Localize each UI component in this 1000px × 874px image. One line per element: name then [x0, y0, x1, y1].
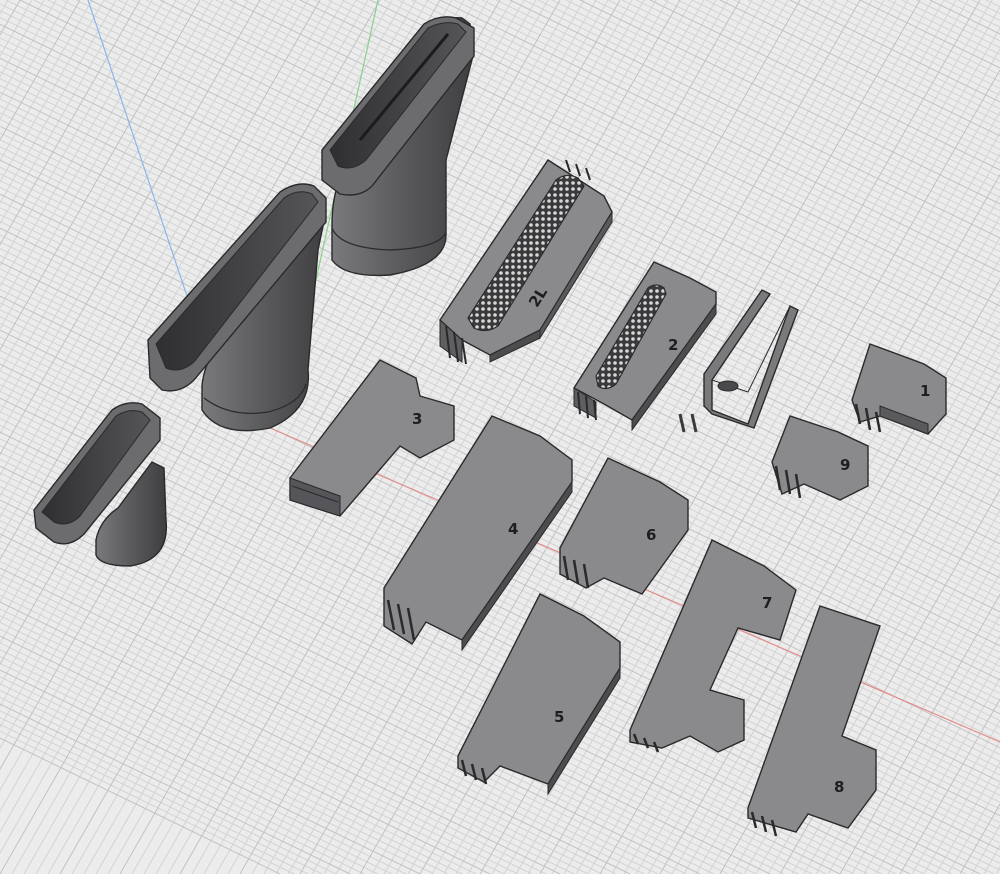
label-9: 9: [840, 456, 850, 474]
label-3: 3: [412, 410, 422, 428]
label-8: 8: [834, 778, 844, 796]
3d-viewport[interactable]: 2L 2 1 9 3 4 6 7 5 8: [0, 0, 1000, 874]
piece-9[interactable]: 9: [771, 415, 869, 501]
label-6: 6: [646, 526, 656, 544]
label-1: 1: [920, 382, 930, 400]
label-2: 2: [668, 336, 678, 354]
piece-3[interactable]: 3: [289, 359, 455, 517]
piece-2[interactable]: 2: [573, 261, 717, 432]
label-4: 4: [508, 520, 518, 538]
z-axis-line: [87, 0, 191, 306]
label-5: 5: [554, 708, 564, 726]
label-7: 7: [762, 594, 772, 612]
nozzle-small[interactable]: [33, 402, 168, 567]
piece-2l[interactable]: 2L: [439, 159, 613, 365]
scene-canvas[interactable]: 2L 2 1 9 3 4 6 7 5 8: [0, 0, 1000, 874]
